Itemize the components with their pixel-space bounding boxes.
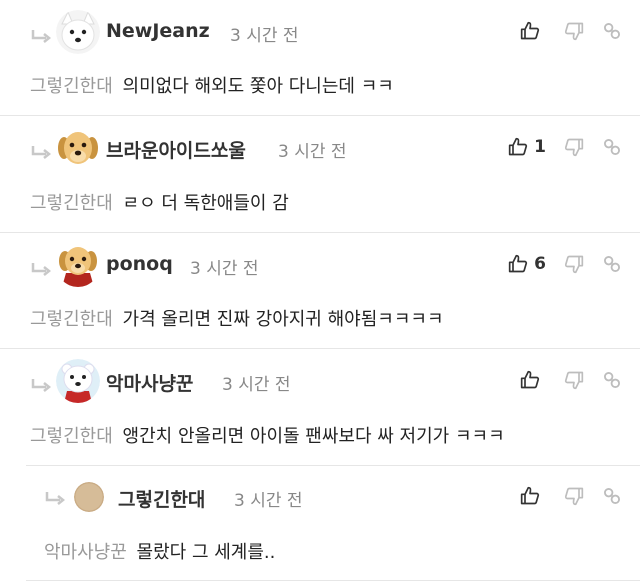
comment-header: 브라운아이드쏘울 3 시간 전 1 bbox=[0, 116, 640, 176]
thumbs-down-icon bbox=[564, 22, 584, 41]
comment-author[interactable]: ponoq bbox=[106, 253, 173, 275]
comment-actions bbox=[520, 19, 622, 43]
divider bbox=[26, 580, 640, 581]
comment-actions bbox=[520, 368, 622, 392]
reply-arrow-icon bbox=[31, 146, 52, 159]
comment-header: 악마사냥꾼 3 시간 전 bbox=[0, 349, 640, 409]
comment-text: 의미없다 해외도 쫓아 다니는데 ㅋㅋ bbox=[122, 76, 394, 97]
puppy-avatar[interactable] bbox=[56, 126, 100, 170]
comment-header: ponoq 3 시간 전 6 bbox=[0, 233, 640, 293]
share-link-button[interactable] bbox=[602, 21, 622, 41]
share-link-button[interactable] bbox=[602, 254, 622, 274]
thumbs-up-icon bbox=[508, 137, 528, 156]
comment-body: 그렇긴한대 앵간치 안올리면 아이돌 팬싸보다 싸 저기가 ㅋㅋㅋ bbox=[30, 422, 505, 448]
share-link-button[interactable] bbox=[602, 370, 622, 390]
like-button[interactable] bbox=[520, 486, 546, 506]
mention-tag[interactable]: 그렇긴한대 bbox=[30, 193, 113, 214]
comment-body: 악마사냥꾼 몰랐다 그 세계를.. bbox=[44, 538, 275, 564]
link-icon bbox=[604, 372, 620, 388]
reply-arrow-icon bbox=[31, 379, 52, 392]
comment-body: 그렇긴한대 ㄹㅇ 더 독한애들이 감 bbox=[30, 189, 289, 215]
like-count: 1 bbox=[534, 137, 546, 157]
like-count: 6 bbox=[534, 254, 546, 274]
like-button[interactable] bbox=[520, 370, 546, 390]
share-link-button[interactable] bbox=[602, 486, 622, 506]
share-link-button[interactable] bbox=[602, 137, 622, 157]
link-icon bbox=[604, 139, 620, 155]
thumbs-up-icon bbox=[508, 254, 528, 273]
mention-tag[interactable]: 그렇긴한대 bbox=[30, 76, 113, 97]
plain-avatar[interactable] bbox=[74, 482, 104, 512]
comment-time: 3 시간 전 bbox=[222, 375, 291, 395]
mention-tag[interactable]: 그렇긴한대 bbox=[30, 309, 113, 330]
comment-item: 악마사냥꾼 3 시간 전 그렇긴한대 앵간치 안올리면 아이돌 팬싸보다 싸 저… bbox=[0, 349, 640, 466]
reply-arrow-icon bbox=[31, 263, 52, 276]
thumbs-down-icon bbox=[564, 138, 584, 157]
comment-time: 3 시간 전 bbox=[234, 491, 303, 511]
thumbs-up-icon bbox=[520, 21, 540, 40]
thumbs-down-icon bbox=[564, 255, 584, 274]
comment-author[interactable]: 브라운아이드쏘울 bbox=[106, 136, 246, 163]
comment-time: 3 시간 전 bbox=[190, 259, 259, 279]
comment-time: 3 시간 전 bbox=[278, 142, 347, 162]
comment-item: 그렇긴한대 3 시간 전 악마사냥꾼 몰랐다 그 세계를.. bbox=[0, 466, 640, 587]
thumbs-up-icon bbox=[520, 486, 540, 505]
comment-text: 몰랐다 그 세계를.. bbox=[136, 542, 276, 563]
comment-actions bbox=[520, 484, 622, 508]
like-button[interactable] bbox=[520, 21, 546, 41]
comment-author[interactable]: NewJeanz bbox=[106, 20, 210, 42]
comment-text: ㄹㅇ 더 독한애들이 감 bbox=[122, 193, 289, 214]
comment-header: NewJeanz 3 시간 전 bbox=[0, 0, 640, 60]
mention-tag[interactable]: 그렇긴한대 bbox=[30, 426, 113, 447]
thumbs-down-icon bbox=[564, 487, 584, 506]
mention-tag[interactable]: 악마사냥꾼 bbox=[44, 542, 127, 563]
dislike-button[interactable] bbox=[564, 254, 584, 274]
reply-arrow-icon bbox=[45, 492, 66, 505]
like-button[interactable]: 6 bbox=[508, 254, 546, 274]
dislike-button[interactable] bbox=[564, 21, 584, 41]
white-dog-avatar[interactable] bbox=[56, 10, 100, 54]
like-button[interactable]: 1 bbox=[508, 137, 546, 157]
dislike-button[interactable] bbox=[564, 370, 584, 390]
white-bear-avatar[interactable] bbox=[56, 359, 100, 403]
comment-text: 가격 올리면 진짜 강아지귀 해야됨ㅋㅋㅋㅋ bbox=[122, 309, 444, 330]
comment-time: 3 시간 전 bbox=[230, 26, 299, 46]
reply-arrow-icon bbox=[31, 30, 52, 43]
comment-item: 브라운아이드쏘울 3 시간 전 1 그렇긴한대 ㄹㅇ 더 독한애들이 감 bbox=[0, 116, 640, 233]
link-icon bbox=[604, 23, 620, 39]
comment-header: 그렇긴한대 3 시간 전 bbox=[0, 466, 640, 526]
comment-author[interactable]: 악마사냥꾼 bbox=[106, 369, 193, 396]
puppy-red-avatar[interactable] bbox=[56, 243, 100, 287]
dislike-button[interactable] bbox=[564, 137, 584, 157]
thumbs-up-icon bbox=[520, 370, 540, 389]
dislike-button[interactable] bbox=[564, 486, 584, 506]
comment-actions: 6 bbox=[508, 252, 622, 276]
comment-item: ponoq 3 시간 전 6 그렇긴한대 가격 올리면 진짜 강아지귀 해야됨ㅋ… bbox=[0, 233, 640, 349]
comment-author[interactable]: 그렇긴한대 bbox=[118, 485, 205, 512]
comment-body: 그렇긴한대 가격 올리면 진짜 강아지귀 해야됨ㅋㅋㅋㅋ bbox=[30, 305, 444, 331]
comment-item: NewJeanz 3 시간 전 그렇긴한대 의미없다 해외도 쫓아 다니는데 ㅋ… bbox=[0, 0, 640, 116]
thumbs-down-icon bbox=[564, 371, 584, 390]
comment-text: 앵간치 안올리면 아이돌 팬싸보다 싸 저기가 ㅋㅋㅋ bbox=[122, 426, 505, 447]
comment-body: 그렇긴한대 의미없다 해외도 쫓아 다니는데 ㅋㅋ bbox=[30, 72, 394, 98]
comment-actions: 1 bbox=[508, 135, 622, 159]
link-icon bbox=[604, 488, 620, 504]
link-icon bbox=[604, 256, 620, 272]
